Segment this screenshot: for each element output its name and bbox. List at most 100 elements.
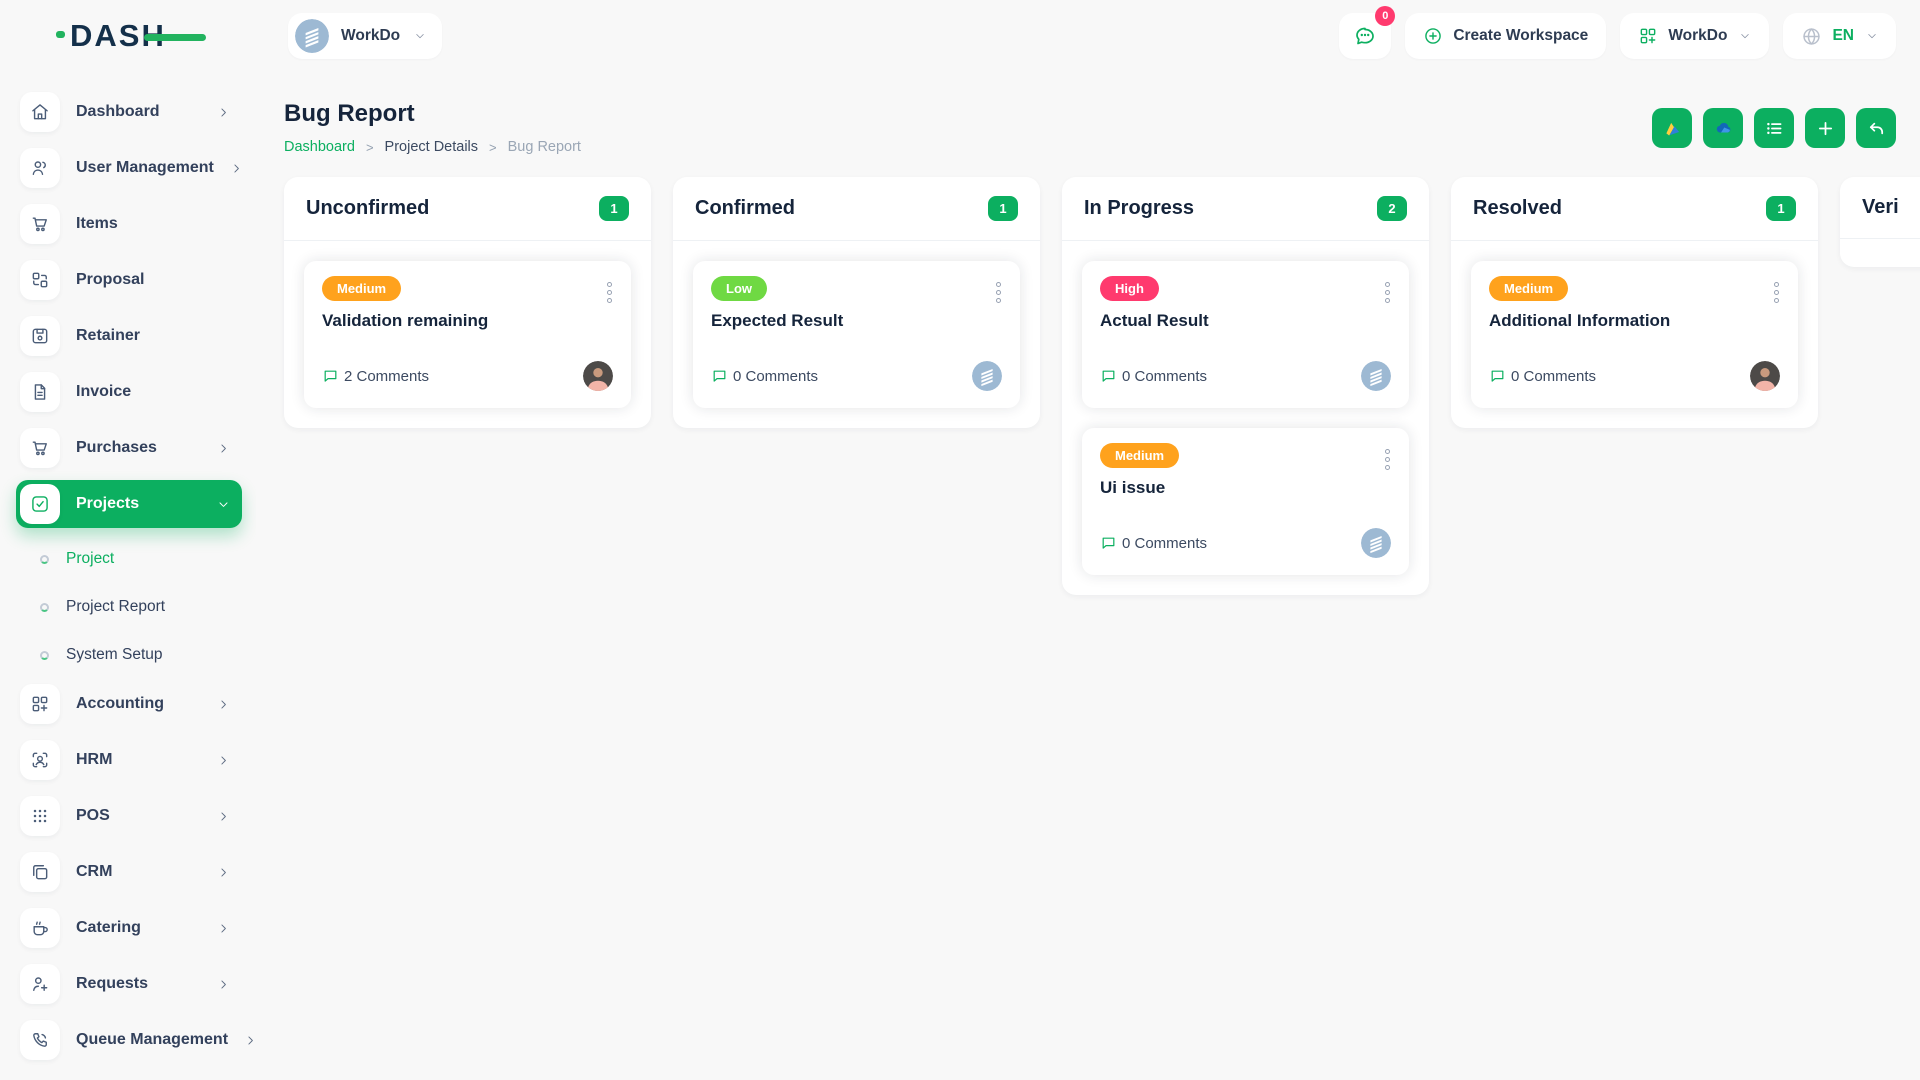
- chevron-right-icon: [217, 810, 230, 823]
- notification-badge: 0: [1375, 6, 1395, 26]
- comment-icon: [1100, 368, 1117, 385]
- comment-icon: [711, 368, 728, 385]
- kanban-column-confirmed: Confirmed1 LowExpected Result0 Comments: [673, 177, 1040, 428]
- chevron-right-icon: [217, 866, 230, 879]
- sidebar-item-label: Dashboard: [76, 103, 160, 121]
- chevron-right-icon: [244, 1034, 256, 1047]
- sidebar-item-invoice[interactable]: Invoice: [16, 368, 242, 416]
- card-menu-button[interactable]: [603, 278, 616, 307]
- sidebar-item-label: Purchases: [76, 439, 157, 457]
- kanban-card[interactable]: MediumAdditional Information0 Comments: [1471, 261, 1798, 408]
- column-count-badge: 1: [599, 196, 629, 221]
- page-actions: [1652, 108, 1896, 148]
- sidebar-item-accounting[interactable]: Accounting: [16, 680, 242, 728]
- chevron-right-icon: [217, 106, 230, 119]
- sidebar-subitem-system-setup[interactable]: System Setup: [16, 632, 256, 678]
- sidebar-item-hrm[interactable]: HRM: [16, 736, 242, 784]
- sidebar-subitem-label: System Setup: [66, 646, 163, 664]
- card-footer: 2 Comments: [322, 361, 613, 391]
- card-menu-button[interactable]: [1381, 278, 1394, 307]
- sidebar-item-queue-management[interactable]: Queue Management: [16, 1016, 242, 1064]
- sidebar-item-label: Requests: [76, 975, 148, 993]
- kanban-column-in-progress: In Progress2HighActual Result0 CommentsM…: [1062, 177, 1429, 595]
- comments-label: 2 Comments: [344, 368, 429, 385]
- users-icon: [20, 148, 60, 188]
- sidebar-item-requests[interactable]: Requests: [16, 960, 242, 1008]
- list-view-button[interactable]: [1754, 108, 1794, 148]
- column-body: MediumValidation remaining2 Comments: [284, 241, 651, 428]
- page-title: Bug Report: [284, 100, 581, 128]
- card-menu-button[interactable]: [1381, 445, 1394, 474]
- kanban-card[interactable]: LowExpected Result0 Comments: [693, 261, 1020, 408]
- breadcrumb-separator: >: [355, 140, 385, 155]
- sidebar-item-items[interactable]: Items: [16, 200, 242, 248]
- sidebar-subitem-project-report[interactable]: Project Report: [16, 584, 256, 630]
- undo-icon: [1866, 118, 1887, 139]
- sidebar-item-label: POS: [76, 807, 110, 825]
- workspace-switcher-button[interactable]: WorkDo: [1620, 13, 1769, 59]
- breadcrumb-dashboard[interactable]: Dashboard: [284, 139, 355, 155]
- assignee-avatar: [1361, 528, 1391, 558]
- sidebar-item-proposal[interactable]: Proposal: [16, 256, 242, 304]
- column-body: [1840, 239, 1920, 267]
- app-logo[interactable]: DASH: [70, 18, 166, 54]
- topbar: DASH WorkDo 0 Create Workspace WorkDo EN: [0, 0, 1920, 72]
- card-menu-button[interactable]: [992, 278, 1005, 307]
- onedrive-button[interactable]: [1703, 108, 1743, 148]
- chevron-down-icon: [1739, 30, 1751, 42]
- workspace-selector[interactable]: WorkDo: [288, 13, 442, 59]
- language-selector[interactable]: EN: [1783, 13, 1896, 59]
- sidebar-item-retainer[interactable]: Retainer: [16, 312, 242, 360]
- kanban-column-resolved: Resolved1MediumAdditional Information0 C…: [1451, 177, 1818, 428]
- list-icon: [1764, 118, 1785, 139]
- sidebar-item-crm[interactable]: CRM: [16, 848, 242, 896]
- priority-badge: Medium: [1489, 276, 1568, 301]
- copy-icon: [20, 852, 60, 892]
- create-workspace-button[interactable]: Create Workspace: [1405, 13, 1606, 59]
- sidebar-item-label: Invoice: [76, 383, 131, 401]
- add-bug-button[interactable]: [1805, 108, 1845, 148]
- sidebar-item-label: Queue Management: [76, 1031, 228, 1049]
- chevron-down-icon: [414, 30, 426, 42]
- floppy-icon: [20, 316, 60, 356]
- sidebar-subitem-label: Project Report: [66, 598, 165, 616]
- messages-button[interactable]: 0: [1339, 13, 1391, 59]
- chevron-right-icon: [217, 978, 230, 991]
- sidebar-item-purchases[interactable]: Purchases: [16, 424, 242, 472]
- comment-icon: [322, 368, 339, 385]
- column-header: Unconfirmed 1: [284, 177, 651, 241]
- kanban-card[interactable]: MediumUi issue0 Comments: [1082, 428, 1409, 575]
- google-drive-button[interactable]: [1652, 108, 1692, 148]
- logo-accent-bar: [144, 34, 206, 41]
- breadcrumb-project-details[interactable]: Project Details: [385, 139, 478, 155]
- logo-zone: DASH: [0, 18, 256, 54]
- card-comments: 2 Comments: [322, 368, 429, 385]
- google-drive-icon: [1662, 118, 1683, 139]
- card-comments: 0 Comments: [1100, 368, 1207, 385]
- sidebar-item-pos[interactable]: POS: [16, 792, 242, 840]
- card-comments: 0 Comments: [711, 368, 818, 385]
- sidebar-item-projects[interactable]: Projects: [16, 480, 242, 528]
- sidebar-item-user-management[interactable]: User Management: [16, 144, 242, 192]
- column-body: HighActual Result0 Comments MediumUi issu…: [1062, 241, 1429, 595]
- workspace-switcher-label: WorkDo: [1668, 27, 1727, 45]
- phone-icon: [20, 1020, 60, 1060]
- card-menu-button[interactable]: [1770, 278, 1783, 307]
- sidebar-subitem-project[interactable]: Project: [16, 536, 256, 582]
- coffee-icon: [20, 908, 60, 948]
- chat-icon: [1353, 24, 1377, 48]
- sidebar-subitem-label: Project: [66, 550, 114, 568]
- kanban-card[interactable]: HighActual Result0 Comments: [1082, 261, 1409, 408]
- column-title: Resolved: [1473, 197, 1562, 220]
- sidebar-item-catering[interactable]: Catering: [16, 904, 242, 952]
- column-title: Unconfirmed: [306, 197, 429, 220]
- workspace-logo-icon: [295, 19, 329, 53]
- column-title: Veri: [1862, 196, 1899, 219]
- breadcrumb-current: Bug Report: [508, 139, 581, 155]
- bullet-icon: [40, 555, 49, 564]
- comments-label: 0 Comments: [1511, 368, 1596, 385]
- column-header: Confirmed1: [673, 177, 1040, 241]
- back-button[interactable]: [1856, 108, 1896, 148]
- kanban-card[interactable]: MediumValidation remaining2 Comments: [304, 261, 631, 408]
- sidebar-item-dashboard[interactable]: Dashboard: [16, 88, 242, 136]
